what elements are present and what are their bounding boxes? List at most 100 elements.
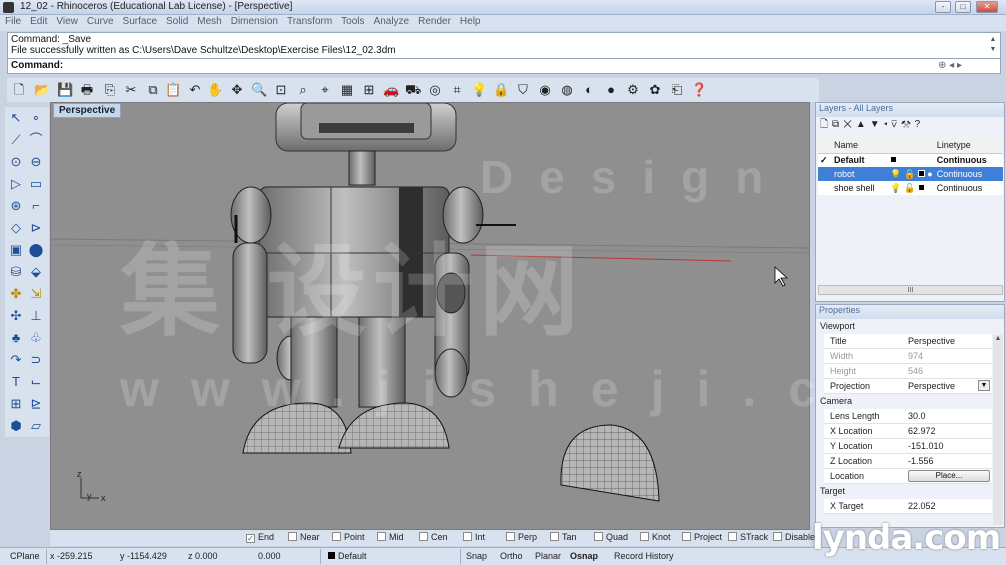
layer-linetype[interactable]: Continuous (935, 153, 1003, 167)
fillet-icon[interactable]: ⌐ (27, 197, 45, 215)
new-layer-icon[interactable]: 🗋 (820, 119, 832, 130)
layers-hscrollbar[interactable]: III (818, 285, 1003, 295)
cut-icon[interactable]: ✂ (123, 82, 139, 98)
layer-color-swatch[interactable] (890, 156, 898, 164)
minimize-button[interactable]: - (935, 1, 951, 13)
command-nav-arrows[interactable]: ⊕ ◂ ▸ (938, 60, 962, 71)
menu-surface[interactable]: Surface (118, 15, 161, 27)
menu-edit[interactable]: Edit (25, 15, 51, 27)
help-icon[interactable]: ? (915, 119, 925, 130)
delete-layer-icon[interactable]: ✕ (843, 119, 856, 130)
gear-icon[interactable]: ✿ (647, 82, 663, 98)
layer-row[interactable]: ✓ Default Continuous (818, 153, 1003, 167)
zoom-selected-icon[interactable]: ⌖ (317, 82, 333, 98)
command-prompt[interactable]: Command: (11, 60, 63, 71)
layer-color-swatch[interactable] (917, 169, 925, 177)
open-file-icon[interactable]: 📂 (34, 82, 50, 98)
wireframe-car-icon[interactable]: ⛟ (405, 82, 421, 98)
circle-target-icon[interactable]: ◎ (427, 82, 443, 98)
paste-icon[interactable]: 📋 (165, 82, 181, 98)
maximize-button[interactable]: □ (955, 1, 971, 13)
planar-toggle[interactable]: Planar (535, 551, 561, 561)
place-button[interactable]: Place... (908, 470, 990, 482)
checkbox[interactable] (377, 532, 386, 541)
menu-view[interactable]: View (51, 15, 82, 27)
lock-icon[interactable]: 🔓 (904, 169, 915, 179)
osnap-near[interactable]: Near (288, 532, 320, 542)
record-history-toggle[interactable]: Record History (614, 551, 674, 561)
menu-render[interactable]: Render (413, 15, 455, 27)
layer-row[interactable]: shoe shell 💡 🔓 Continuous (818, 181, 1003, 195)
cplane-label[interactable]: CPlane (10, 551, 40, 561)
osnap-disable[interactable]: Disable (773, 532, 815, 542)
layer-linetype[interactable]: Continuous (934, 167, 1003, 181)
osnap-end[interactable]: ✓ End (246, 532, 274, 543)
menu-curve[interactable]: Curve (82, 15, 118, 27)
print-icon[interactable]: 🖶 (79, 82, 95, 98)
grid-snap-icon[interactable]: ⌗ (449, 82, 465, 98)
osnap-project[interactable]: Project (682, 532, 722, 542)
split-icon[interactable]: ⊥ (27, 307, 45, 325)
checkbox[interactable] (640, 532, 649, 541)
layer-color-swatch[interactable] (917, 183, 925, 191)
menu-file[interactable]: File (0, 15, 25, 27)
menu-transform[interactable]: Transform (282, 15, 336, 27)
color-wheel-icon[interactable]: ◉ (537, 82, 553, 98)
group-icon[interactable]: ♧ (27, 329, 45, 347)
loft-icon[interactable]: ⊳ (27, 219, 45, 237)
dimension-icon[interactable]: ⌙ (27, 373, 45, 391)
layer-row-selected[interactable]: robot 💡 🔓 ● Continuous (818, 167, 1003, 181)
menu-tools[interactable]: Tools (336, 15, 368, 27)
ellipse-icon[interactable]: ⊖ (27, 153, 45, 171)
close-button[interactable]: ✕ (976, 1, 998, 13)
osnap-tan[interactable]: Tan (550, 532, 577, 542)
new-file-icon[interactable]: 🗋 (11, 82, 27, 98)
properties-vscrollbar[interactable]: ▲ (993, 335, 1003, 525)
prop-row-y-location[interactable]: Y Location -151.010 (824, 439, 992, 454)
checkbox[interactable] (728, 532, 737, 541)
point-icon[interactable]: ∘ (27, 109, 45, 127)
prop-row-lens[interactable]: Lens Length 30.0 (824, 409, 992, 424)
light-bulb-icon[interactable]: 💡 (471, 82, 487, 98)
zoom-icon[interactable]: 🔍 (251, 82, 267, 98)
save-icon[interactable]: 💾 (57, 82, 73, 98)
plane-icon[interactable]: ⏥ (27, 417, 45, 435)
solid-box-icon[interactable]: ⬢ (7, 417, 25, 435)
prop-row-location[interactable]: Location Place... (824, 469, 992, 484)
osnap-cen[interactable]: Cen (419, 532, 448, 542)
osnap-int[interactable]: Int (463, 532, 485, 542)
prop-row-x-target[interactable]: X Target 22.052 (824, 499, 992, 514)
help-icon[interactable]: ❓ (691, 82, 707, 98)
checkbox[interactable] (682, 532, 691, 541)
menu-analyze[interactable]: Analyze (369, 15, 414, 27)
prop-value[interactable]: -151.010 (908, 441, 944, 451)
menu-mesh[interactable]: Mesh (192, 15, 225, 27)
osnap-point[interactable]: Point (332, 532, 365, 542)
checkbox[interactable] (550, 532, 559, 541)
lock-icon[interactable]: 🔒 (493, 82, 509, 98)
transform-icon[interactable]: ✤ (7, 285, 25, 303)
osnap-toggle[interactable]: Osnap (570, 551, 598, 561)
prop-value[interactable]: Perspective (908, 336, 955, 346)
checkbox[interactable] (463, 532, 472, 541)
tools-icon[interactable]: ⚒ (901, 119, 915, 130)
shaded-car-icon[interactable]: 🚗 (383, 82, 399, 98)
current-layer[interactable]: Default (328, 551, 367, 561)
osnap-mid[interactable]: Mid (377, 532, 404, 542)
osnap-strack[interactable]: STrack (728, 532, 768, 542)
prop-value[interactable]: 62.972 (908, 426, 936, 436)
text-icon[interactable]: T (7, 373, 25, 391)
projection-select[interactable]: Perspective (908, 381, 955, 391)
viewport-title-tab[interactable]: Perspective (53, 103, 122, 118)
rotate-view-icon[interactable]: ✥ (229, 82, 245, 98)
osnap-quad[interactable]: Quad (594, 532, 628, 542)
command-history-scrollbar[interactable]: ▲ ▼ (988, 35, 998, 57)
rectangle-icon[interactable]: ▭ (27, 175, 45, 193)
prop-value[interactable]: 30.0 (908, 411, 926, 421)
sphere-icon[interactable]: ⬤ (27, 241, 45, 259)
cylinder-icon[interactable]: ⛁ (7, 263, 25, 281)
checkbox[interactable]: ✓ (246, 534, 255, 543)
polygon-icon[interactable]: ⊛ (7, 197, 25, 215)
zoom-window-icon[interactable]: ⊡ (273, 82, 289, 98)
box-icon[interactable]: ▣ (7, 241, 25, 259)
